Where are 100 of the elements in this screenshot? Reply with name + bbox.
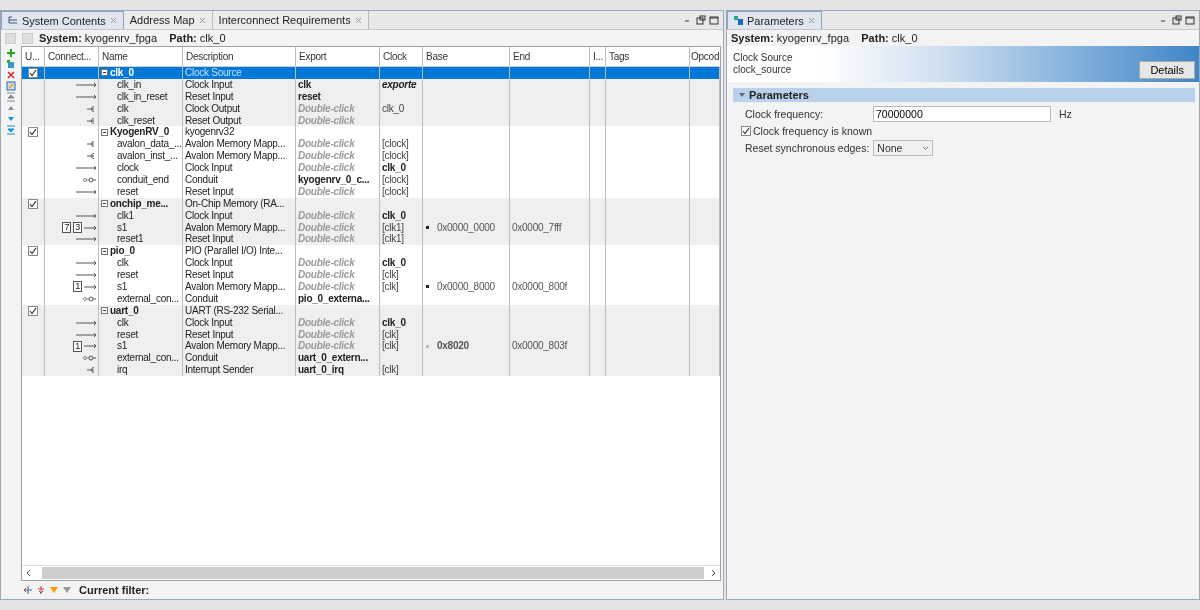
horizontal-scrollbar[interactable] — [22, 565, 720, 580]
collapse-icon[interactable] — [101, 307, 108, 315]
interface-description: Reset Output — [185, 114, 241, 127]
column-header[interactable]: End — [513, 47, 531, 66]
tab[interactable]: System Contents — [1, 11, 124, 29]
end-address: 0x0000_800f — [512, 281, 568, 293]
clock-cell: clk_0 — [382, 257, 406, 270]
enable-checkbox[interactable] — [28, 67, 38, 78]
interface-description: Clock Output — [185, 102, 240, 115]
column-header[interactable]: Name — [102, 47, 128, 66]
close-icon[interactable] — [109, 17, 117, 24]
column-header[interactable]: Base — [426, 47, 448, 66]
clock-cell: [clk] — [382, 269, 399, 282]
module-row[interactable]: uart_0 UART (RS-232 Serial... — [22, 304, 720, 317]
clear-filter-icon[interactable] — [62, 585, 72, 595]
maximize-icon[interactable] — [1185, 15, 1195, 25]
restore-icon[interactable] — [696, 15, 706, 25]
interface-description: Clock Input — [185, 209, 233, 222]
parameters-icon — [734, 16, 743, 25]
base-address: 0x8020 — [437, 340, 469, 353]
clock-cell: clk_0 — [382, 102, 405, 115]
collapse-icon[interactable] — [101, 128, 108, 136]
restore-icon[interactable] — [1172, 15, 1182, 25]
interface-description: Reset Input — [185, 233, 234, 246]
section-header[interactable]: Parameters — [733, 88, 1195, 102]
module-row[interactable]: KyogenRV_0 kyogenrv32 — [22, 126, 720, 139]
details-button[interactable]: Details — [1139, 61, 1195, 79]
column-header[interactable]: I... — [593, 47, 604, 66]
module-row[interactable]: onchip_me... On-Chip Memory (RA... — [22, 197, 720, 210]
collapse-icon[interactable] — [101, 69, 108, 77]
interface-name: s1 — [117, 221, 128, 234]
module-name: clk_0 — [110, 67, 134, 79]
current-filter-label: Current filter: — [79, 584, 150, 596]
close-icon[interactable] — [198, 16, 206, 24]
enable-checkbox[interactable] — [28, 198, 38, 209]
interface-description: Interrupt Sender — [185, 364, 254, 377]
interface-name: clk — [117, 257, 129, 270]
module-row[interactable]: clk_0 Clock Source — [22, 67, 720, 79]
end-address: 0x0000_7fff — [512, 221, 562, 234]
edit-icon[interactable] — [6, 81, 16, 91]
port-in-icon — [84, 282, 96, 291]
checkbox[interactable] — [741, 126, 751, 136]
interface-description: Clock Input — [185, 162, 233, 174]
port-in-icon — [76, 80, 96, 89]
component-icon[interactable] — [6, 59, 16, 69]
interface-name: avalon_inst_... — [117, 150, 178, 163]
interface-name: clk — [117, 316, 129, 329]
edges-dropdown[interactable]: None — [873, 140, 934, 156]
enable-checkbox[interactable] — [28, 246, 38, 257]
tab[interactable]: Interconnect Requirements — [212, 11, 369, 29]
clock-cell: [clock] — [382, 185, 409, 198]
close-icon[interactable] — [807, 17, 815, 24]
move-top-icon[interactable] — [6, 92, 16, 102]
close-icon[interactable] — [354, 16, 362, 24]
interface-description: Clock Input — [185, 257, 233, 270]
port-out-icon — [87, 140, 96, 149]
conduit-icon — [83, 294, 96, 303]
interface-name: avalon_data_... — [117, 138, 182, 151]
column-header[interactable]: U... — [25, 47, 40, 66]
tab[interactable]: Parameters — [727, 11, 822, 29]
move-bottom-icon[interactable] — [6, 125, 16, 135]
interface-name: clk — [117, 102, 129, 115]
collapse-all-icon[interactable] — [36, 585, 46, 595]
collapse-icon[interactable] — [101, 200, 108, 208]
clock-cell: [clock] — [382, 138, 409, 151]
frequency-field[interactable]: 70000000 — [873, 106, 1051, 122]
tab[interactable]: Address Map — [123, 11, 213, 29]
column-header[interactable]: Clock — [383, 47, 407, 66]
add-icon[interactable] — [6, 48, 16, 58]
port-out-icon — [87, 104, 96, 113]
column-header[interactable]: Opcod — [691, 47, 720, 66]
clock-cell: [clk1] — [382, 233, 404, 246]
clock-cell: [clk] — [382, 340, 399, 353]
maximize-icon[interactable] — [709, 15, 719, 25]
interface-description: Reset Input — [185, 185, 234, 198]
column-header[interactable]: Description — [186, 47, 234, 66]
export-cell[interactable]: reset — [298, 90, 321, 103]
module-row[interactable]: pio_0 PIO (Parallel I/O) Inte... — [22, 245, 720, 258]
export-cell[interactable]: kyogenrv_0_c... — [298, 174, 370, 186]
scroll-right-icon[interactable] — [710, 569, 717, 577]
remove-icon[interactable] — [6, 70, 16, 80]
scroll-left-icon[interactable] — [25, 569, 32, 577]
port-in-icon — [76, 211, 96, 220]
export-cell[interactable]: clk — [298, 78, 312, 91]
port-in-icon — [76, 92, 96, 101]
enable-checkbox[interactable] — [28, 305, 38, 316]
export-cell[interactable]: uart_0_extern... — [298, 352, 368, 365]
base-address: 0x0000_8000 — [437, 281, 495, 293]
collapse-arrow-icon — [739, 92, 745, 98]
column-header[interactable]: Connect... — [48, 47, 92, 66]
export-cell[interactable]: pio_0_externa... — [298, 292, 370, 305]
column-header[interactable]: Tags — [609, 47, 630, 66]
enable-checkbox[interactable] — [28, 127, 38, 138]
module-description: Clock Source — [185, 67, 242, 79]
export-cell[interactable]: uart_0_irq — [298, 364, 344, 377]
interface-name: reset — [117, 328, 138, 341]
column-header[interactable]: Export — [299, 47, 327, 66]
collapse-icon[interactable] — [101, 247, 108, 255]
system-path: System: kyogenrv_fpga Path: clk_0 — [39, 32, 226, 44]
expand-all-icon[interactable] — [23, 585, 33, 595]
